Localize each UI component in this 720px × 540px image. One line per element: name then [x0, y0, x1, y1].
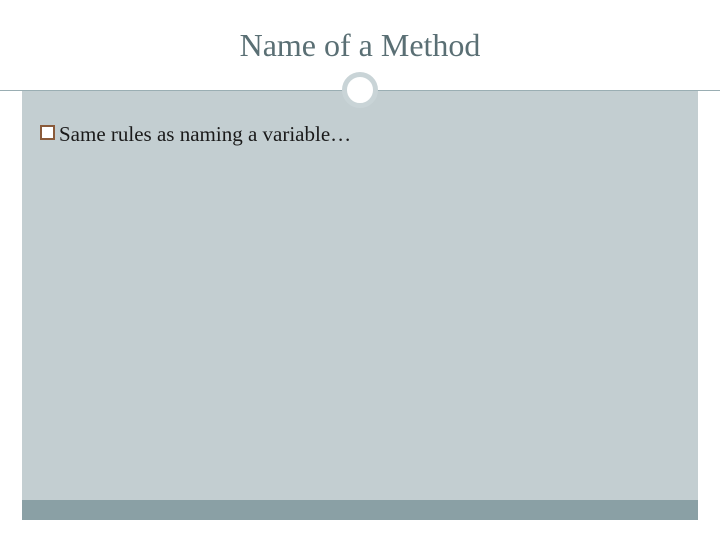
slide: Name of a Method Same rules as naming a … [0, 0, 720, 540]
bullet-text: Same rules as naming a variable… [59, 121, 351, 148]
square-bullet-icon [40, 125, 55, 140]
list-item: Same rules as naming a variable… [40, 121, 680, 148]
content-area: Same rules as naming a variable… [22, 91, 698, 500]
slide-title: Name of a Method [240, 27, 481, 64]
circle-decoration-icon [342, 72, 378, 108]
footer-band [22, 500, 698, 520]
